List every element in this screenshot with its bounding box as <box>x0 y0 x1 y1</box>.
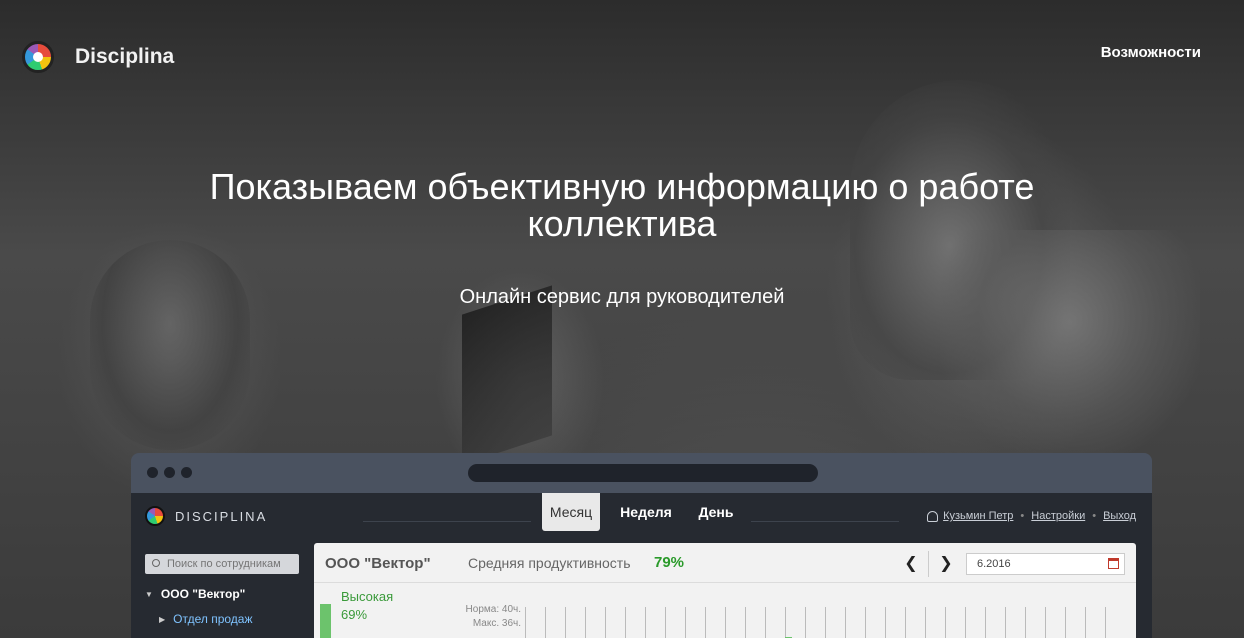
timeline-tick <box>885 607 886 638</box>
timeline-tick <box>1105 607 1106 638</box>
tree-item-label: Отдел продаж <box>173 612 253 626</box>
bg-monitor <box>462 285 552 465</box>
nav-features-link[interactable]: Возможности <box>1101 44 1201 61</box>
max-hours: Макс. 36ч. <box>472 618 521 629</box>
timeline-tick <box>1025 607 1026 638</box>
timeline-tick <box>705 607 706 638</box>
window-dot-minimize <box>164 467 175 478</box>
user-icon <box>927 510 939 522</box>
timeline-tick <box>945 607 946 638</box>
header-divider <box>751 521 899 522</box>
tab-week[interactable]: Неделя <box>617 493 675 531</box>
timeline-tick <box>805 607 806 638</box>
logout-link[interactable]: Выход <box>1103 510 1136 522</box>
timeline-tick <box>985 607 986 638</box>
app-header: Disciplina Месяц Неделя День Кузьмин Пет… <box>131 493 1152 541</box>
main-panel: ООО "Вектор" Средняя продуктивность 79% … <box>314 543 1136 638</box>
bg-figure-man <box>90 240 250 450</box>
site-logo[interactable]: Disciplina <box>22 41 174 73</box>
app-logo[interactable]: Disciplina <box>145 506 267 526</box>
productivity-level-pct: 69% <box>341 607 368 622</box>
timeline-tick <box>1065 607 1066 638</box>
productivity-bar <box>320 604 331 638</box>
avg-productivity-label: Средняя продуктивность <box>468 555 631 571</box>
timeline-tick <box>585 607 586 638</box>
hero-subtitle: Онлайн сервис для руководителей <box>459 286 785 308</box>
timeline-tick <box>785 607 786 638</box>
browser-toolbar <box>131 453 1152 493</box>
timeline-tick <box>845 607 846 638</box>
settings-link[interactable]: Настройки <box>1031 510 1085 522</box>
timeline-tick <box>825 607 826 638</box>
employee-search-input[interactable] <box>145 554 299 574</box>
calendar-icon[interactable] <box>1108 558 1119 569</box>
timeline-tick <box>565 607 566 638</box>
logo-icon <box>22 41 54 73</box>
chevron-left-icon[interactable]: ❮ <box>901 553 921 573</box>
timeline-tick <box>685 607 686 638</box>
timeline-tick <box>765 607 766 638</box>
timeline-tick <box>1005 607 1006 638</box>
date-value: 6.2016 <box>977 558 1011 570</box>
tab-day[interactable]: День <box>693 493 739 531</box>
timeline-tick <box>745 607 746 638</box>
tab-month[interactable]: Месяц <box>542 493 600 531</box>
timeline-tick <box>525 607 526 638</box>
user-profile-link[interactable]: Кузьмин Петр <box>943 510 1013 522</box>
timeline-tick <box>865 607 866 638</box>
logo-icon <box>145 506 165 526</box>
panel-org-name: ООО "Вектор" <box>325 555 431 572</box>
sidebar: ▼ ООО "Вектор" ▶ Отдел продаж <box>131 541 307 638</box>
timeline-tick <box>625 607 626 638</box>
norm-hours: Норма: 40ч. <box>465 604 521 615</box>
user-menu: Кузьмин Петр • Настройки • Выход <box>927 510 1136 522</box>
timeline-tick <box>545 607 546 638</box>
app-brand-name: Disciplina <box>175 508 268 524</box>
window-dot-maximize <box>181 467 192 478</box>
address-bar <box>468 464 818 482</box>
caret-right-icon: ▶ <box>159 614 166 624</box>
timeline-tick <box>1085 607 1086 638</box>
tree-item-sales[interactable]: ▶ Отдел продаж <box>159 612 253 626</box>
chevron-right-icon[interactable]: ❯ <box>936 553 956 573</box>
header-divider <box>363 521 531 522</box>
search-icon <box>152 559 160 567</box>
timeline-tick <box>605 607 606 638</box>
avg-productivity-value: 79% <box>654 554 685 571</box>
timeline-tick <box>725 607 726 638</box>
tree-item-label: ООО "Вектор" <box>160 587 246 601</box>
hero-title: Показываем объективную информацию о рабо… <box>209 166 1035 244</box>
app-screen: Disciplina Месяц Неделя День Кузьмин Пет… <box>131 493 1152 638</box>
timeline-tick <box>1045 607 1046 638</box>
day-timeline <box>525 607 1125 638</box>
panel-header: ООО "Вектор" Средняя продуктивность 79% … <box>314 543 1136 583</box>
date-picker[interactable]: 6.2016 <box>966 553 1125 575</box>
productivity-level-label: Высокая <box>341 589 394 604</box>
caret-down-icon: ▼ <box>145 589 153 599</box>
timeline-tick <box>925 607 926 638</box>
tree-item-org[interactable]: ▼ ООО "Вектор" <box>145 587 245 601</box>
browser-mockup: Disciplina Месяц Неделя День Кузьмин Пет… <box>131 453 1152 638</box>
bg-figure-shoulder <box>940 230 1200 460</box>
timeline-tick <box>965 607 966 638</box>
brand-name: Disciplina <box>75 45 175 68</box>
window-dot-close <box>147 467 158 478</box>
timeline-tick <box>905 607 906 638</box>
nav-divider <box>928 551 929 577</box>
timeline-tick <box>665 607 666 638</box>
timeline-tick <box>645 607 646 638</box>
